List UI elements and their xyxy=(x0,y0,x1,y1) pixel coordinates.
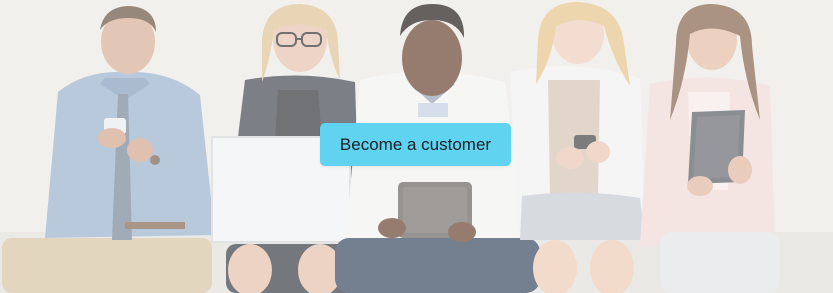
become-customer-button[interactable]: Become a customer xyxy=(320,123,511,166)
hero-banner: Become a customer xyxy=(0,0,833,293)
